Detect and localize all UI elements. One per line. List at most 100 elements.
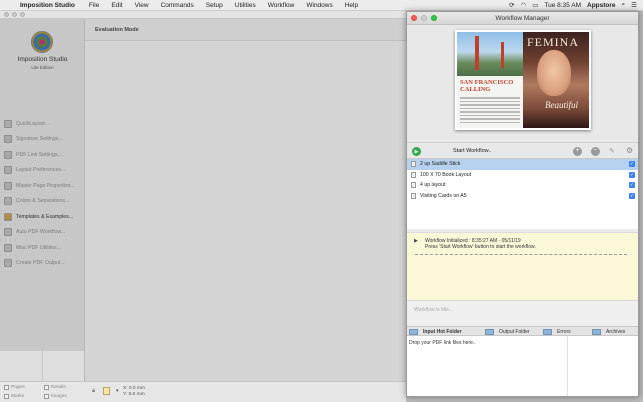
menu-view[interactable]: View [129,2,155,9]
sidebar-item-label: QuickLayout... [16,120,50,127]
lock-icon[interactable]: 🔒︎ [92,388,95,395]
menu-setup[interactable]: Setup [200,2,229,9]
sidebar-item-auto-pdf-workflow[interactable]: Auto PDF Workflow... [0,225,85,241]
cover-portrait [537,50,571,96]
remove-workflow-icon[interactable]: − [591,147,600,156]
battery-icon[interactable]: ▭ [532,1,538,9]
sidebar-item-layout-preferences[interactable]: Layout Preferences... [0,163,85,179]
sidebar-item-pdf-link-settings[interactable]: PDF Link Settings... [0,147,85,163]
workflow-row[interactable]: Visiting Cards on A5 ✓ [407,191,638,202]
sync-icon[interactable]: ⟳ [509,1,514,9]
swatch-divider [42,351,43,381]
preview-spread: SAN FRANCISCO CALLING FEMINA Beautiful [455,30,591,130]
status-area: ⟳ ◠ ▭ Tue 8:35 AM Appstore ⌕ ☰ [509,1,643,9]
menu-workflow[interactable]: Workflow [262,2,301,9]
sidebar-item-label: Signature Settings... [16,136,63,143]
status-text: Workflow is Idle... [414,307,454,313]
sidebar-item-misc-pdf-utilities[interactable]: Misc PDF Utilities... [0,240,85,256]
app-menu[interactable]: Imposition Studio [16,2,83,9]
enabled-checkbox[interactable]: ✓ [629,192,635,199]
disclosure-triangle-icon[interactable]: ▶ [414,238,418,244]
workflow-titlebar: Workflow Manager [407,12,638,25]
gear-icon[interactable]: ⚙ [626,146,633,155]
tab-label: Errors [557,329,571,335]
canvas-area[interactable]: Evaluation Mode [85,19,406,381]
close-button[interactable] [4,12,9,17]
note-icon[interactable] [103,387,110,395]
add-workflow-icon[interactable]: + [573,147,582,156]
tab-archives[interactable]: Archives [592,328,625,336]
sidebar-item-signature-settings[interactable]: Signature Settings... [0,132,85,148]
checkbox-box [4,385,9,390]
tab-label: Input Hot Folder [423,329,462,335]
marks-checkbox[interactable]: Marks [4,394,24,399]
swatch-area [0,351,85,381]
checkbox-label: Images [51,394,67,399]
sidebar-item-label: Misc PDF Utilities... [16,244,61,251]
sidebar-item-master-page[interactable]: Master Page Properties... [0,178,85,194]
sidebar: Imposition Studio Lite Edition QuickLayo… [0,19,85,359]
mode-label: Evaluation Mode [95,26,139,33]
menu-help[interactable]: Help [339,2,364,9]
play-button[interactable]: ▶ [412,147,421,156]
bridge-tower [475,36,479,70]
workflow-label: 100 X 70 Book Layout [420,171,472,178]
sidebar-item-create-pdf-output[interactable]: Create PDF Output... [0,256,85,272]
menu-edit[interactable]: Edit [105,2,128,9]
enabled-checkbox[interactable]: ✓ [629,171,635,178]
create-pdf-icon [4,259,12,268]
product-edition: Lite Edition [31,65,54,70]
drop-divider [567,336,568,396]
clock[interactable]: Tue 8:35 AM [544,2,581,9]
checkbox-box [44,394,49,399]
details-checkbox[interactable]: Details [44,385,66,390]
drop-zone[interactable]: Drop your PDF link files here.. [407,336,638,396]
images-checkbox[interactable]: Images [44,394,67,399]
menu-utilities[interactable]: Utilities [229,2,262,9]
user-menu[interactable]: Appstore [587,2,616,9]
sidebar-item-quicklayout[interactable]: QuickLayout... [0,116,85,132]
enabled-checkbox[interactable]: ✓ [629,161,635,167]
list-icon[interactable]: ☰ [631,1,637,9]
folder-icon [592,329,601,335]
folder-icon [409,329,418,335]
workflow-row[interactable]: 100 X 70 Book Layout ✓ [407,170,638,181]
workflow-row[interactable]: 2 up Saddle Stick ✓ [407,159,638,170]
search-icon[interactable]: ⌕ [622,1,626,9]
checkbox-box [44,385,49,390]
pages-checkbox[interactable]: Pages [4,385,25,390]
minimize-button[interactable] [12,12,17,17]
signature-icon [4,135,12,144]
sidebar-list: QuickLayout... Signature Settings... PDF… [0,116,85,271]
workflow-log[interactable]: ▶ Workflow Initialized : 8:35:27 AM - 05… [407,232,638,300]
sidebar-item-templates[interactable]: Templates & Examples... [0,209,85,225]
tab-label: Output Folder [499,329,530,335]
workflow-row[interactable]: 4 up layout ✓ [407,180,638,191]
menu-windows[interactable]: Windows [300,2,338,9]
menu-file[interactable]: File [83,2,105,9]
quicklayout-icon [4,119,12,128]
misc-pdf-icon [4,243,12,252]
bridge-photo [457,32,523,76]
zoom-button[interactable] [431,15,437,21]
checkbox-label: Details [51,385,66,390]
tab-output-folder[interactable]: Output Folder [485,328,530,336]
wifi-icon[interactable]: ◠ [521,1,527,9]
sidebar-item-colors[interactable]: Colors & Separations... [0,194,85,210]
sidebar-item-label: Master Page Properties... [16,182,75,189]
drop-hint: Drop your PDF link files here.. [409,340,476,346]
log-hint: Press 'Start Workflow' button to start t… [425,244,536,250]
checkbox-label: Marks [11,394,25,399]
cover-line: Beautiful [545,100,578,110]
minimize-button[interactable] [421,15,427,21]
edit-pencil-icon[interactable]: ✎ [609,147,615,155]
zoom-button[interactable] [20,12,25,17]
tab-input-hot-folder[interactable]: Input Hot Folder [409,328,462,336]
close-button[interactable] [411,15,417,21]
tab-errors[interactable]: Errors [543,328,571,336]
start-workflow-button[interactable]: Start Workflow.. [453,148,491,154]
pointer-icon[interactable]: ▾ [116,388,119,394]
menu-commands[interactable]: Commands [155,2,200,9]
enabled-checkbox[interactable]: ✓ [629,182,635,188]
preview-text-lines [460,97,520,125]
